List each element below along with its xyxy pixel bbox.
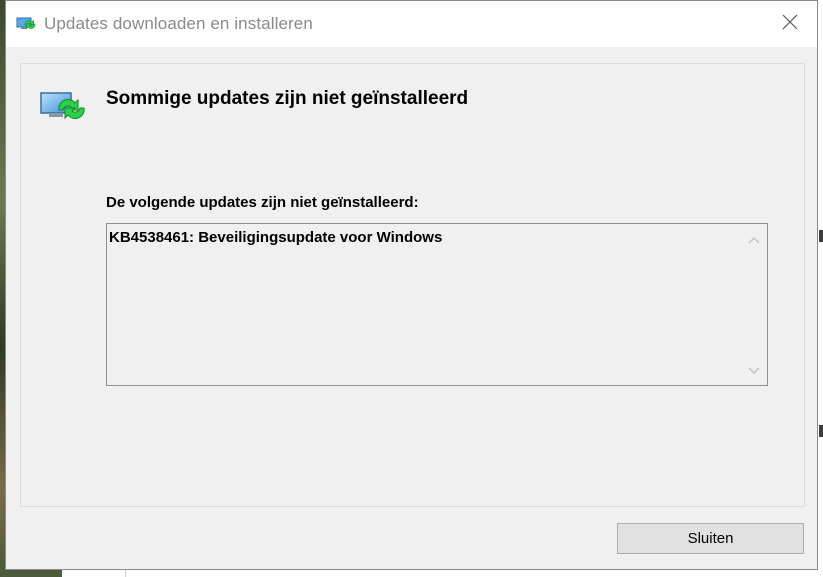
background-mark [819,425,823,437]
sluiten-button[interactable]: Sluiten [617,523,804,554]
failed-updates-list[interactable]: KB4538461: Beveiligingsupdate voor Windo… [106,223,768,386]
windows-update-icon [39,88,89,128]
background-divider [125,570,126,577]
update-dialog-window: Updates downloaden en installeren Sommig… [5,0,818,570]
window-title: Updates downloaden en installeren [44,14,313,33]
scroll-up-button[interactable] [741,230,767,250]
close-icon [782,14,798,35]
window-close-button[interactable] [770,7,810,41]
chevron-down-icon [748,362,760,380]
background-mark [819,230,823,242]
content-panel: Sommige updates zijn niet geïnstalleerd … [20,63,805,507]
updates-list-label: De volgende updates zijn niet geïnstalle… [106,194,419,211]
scroll-down-button[interactable] [741,361,767,381]
list-scrollbar[interactable] [741,224,767,385]
background-window-bottom [0,570,823,577]
background-window-edge [818,0,823,577]
title-bar[interactable]: Updates downloaden en installeren [6,1,817,47]
desktop-background-strip [0,570,62,577]
dialog-client-area: Sommige updates zijn niet geïnstalleerd … [6,47,817,569]
list-item[interactable]: KB4538461: Beveiligingsupdate voor Windo… [109,229,442,246]
chevron-up-icon [748,231,760,249]
windows-update-icon [16,16,36,32]
dialog-heading: Sommige updates zijn niet geïnstalleerd [106,88,469,109]
